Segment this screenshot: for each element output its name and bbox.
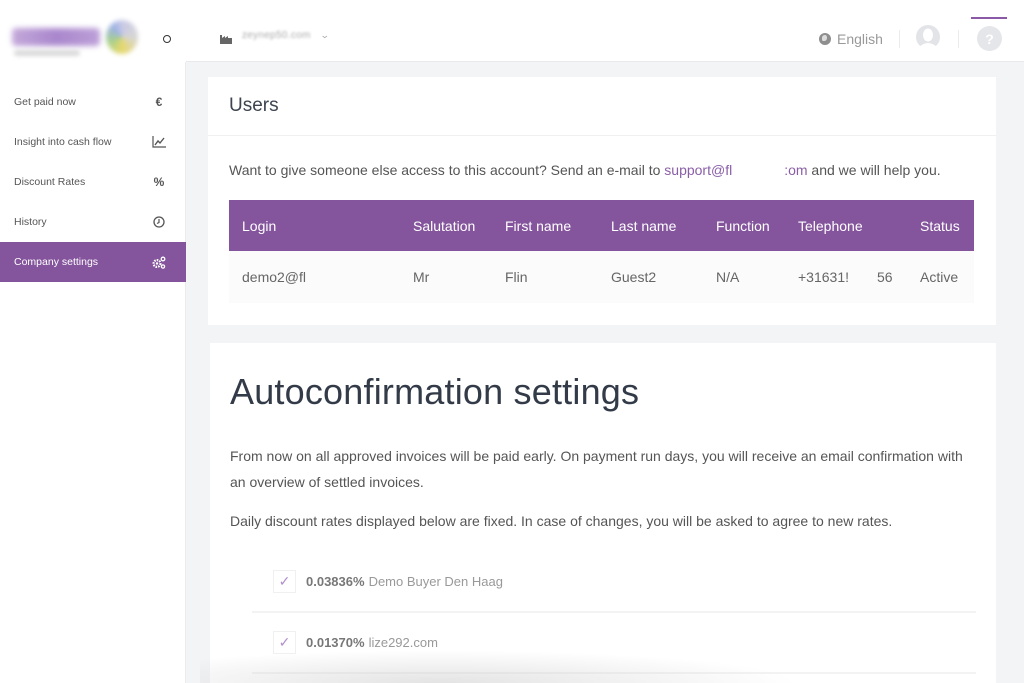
rate-list-item: ✓ 0.01370% lize292.com (252, 613, 976, 674)
intro-text-end: and we will help you. (807, 162, 941, 178)
gears-icon (152, 255, 166, 269)
logo-tagline (14, 50, 80, 56)
cell-first-name: Flin (505, 251, 611, 303)
language-selector[interactable]: English (819, 31, 883, 47)
column-header-last-name[interactable]: Last name (611, 200, 716, 251)
buyer-name: Demo Buyer Den Haag (368, 574, 503, 589)
sidebar-nav: Get paid now € Insight into cash flow Di… (0, 82, 186, 282)
user-avatar-icon[interactable] (915, 24, 941, 52)
rate-value: 0.01370% (306, 635, 365, 650)
clock-icon (152, 215, 166, 229)
chevron-down-icon: ⌄ (319, 30, 330, 40)
autoconfirmation-description: From now on all approved invoices will b… (230, 448, 963, 490)
help-active-indicator (971, 17, 1007, 19)
column-header-first-name[interactable]: First name (505, 200, 611, 251)
company-selector[interactable]: zeynep50.com ⌄ (220, 30, 330, 44)
checkmark-icon: ✓ (278, 573, 291, 589)
users-title: Users (229, 95, 279, 116)
users-intro: Want to give someone else access to this… (229, 162, 941, 178)
cell-function: N/A (716, 251, 798, 303)
sidebar-item-label: Insight into cash flow (14, 136, 112, 148)
sidebar-toggle-icon[interactable] (163, 35, 171, 43)
divider (208, 135, 996, 136)
discount-rates-note: Daily discount rates displayed below are… (230, 513, 893, 529)
column-header-login[interactable]: Login (229, 200, 413, 251)
rate-checkbox[interactable]: ✓ (273, 631, 296, 654)
rate-value: 0.03836% (306, 574, 365, 589)
sidebar-item-label: Get paid now (14, 96, 76, 108)
sidebar-item-label: Company settings (14, 256, 99, 268)
sidebar: Get paid now € Insight into cash flow Di… (0, 0, 186, 683)
sidebar-item-label: Discount Rates (14, 176, 86, 188)
logo-mark-icon (106, 20, 138, 54)
sidebar-item-history[interactable]: History (0, 202, 186, 242)
sidebar-item-discount-rates[interactable]: Discount Rates % (0, 162, 186, 202)
globe-icon (819, 33, 831, 45)
company-name: zeynep50.com (242, 30, 311, 41)
intro-text: Want to give someone else access to this… (229, 162, 665, 178)
divider (899, 30, 900, 48)
rate-checkbox[interactable]: ✓ (273, 570, 296, 593)
column-header-status[interactable]: Status (920, 200, 974, 251)
users-card: Users Want to give someone else access t… (208, 77, 996, 325)
rate-list-item: ✓ 0.03836% Demo Buyer Den Haag (252, 552, 976, 613)
cell-last-name: Guest2 (611, 251, 716, 303)
sidebar-item-insight-cash-flow[interactable]: Insight into cash flow (0, 122, 186, 162)
line-chart-icon (152, 135, 166, 149)
divider (958, 30, 959, 48)
buyer-name: lize292.com (368, 635, 438, 650)
cell-telephone: +31631! 56 (798, 251, 920, 303)
sidebar-item-company-settings[interactable]: Company settings (0, 242, 186, 282)
column-header-salutation[interactable]: Salutation (413, 200, 505, 251)
factory-icon (220, 31, 232, 44)
sidebar-item-get-paid-now[interactable]: Get paid now € (0, 82, 186, 122)
percent-icon: % (153, 175, 165, 189)
cell-login: demo2@fl (229, 251, 413, 303)
autoconfirmation-title: Autoconfirmation settings (230, 371, 640, 412)
logo[interactable] (0, 0, 186, 62)
cell-status: Active (920, 251, 974, 303)
column-header-telephone[interactable]: Telephone (798, 200, 920, 251)
support-email-link[interactable]: support@fl:om (664, 162, 807, 178)
top-bar: zeynep50.com ⌄ English ? (186, 0, 1024, 62)
table-header-row: Login Salutation First name Last name Fu… (229, 200, 974, 251)
autoconfirmation-card: Autoconfirmation settings From now on al… (210, 343, 996, 683)
users-table: Login Salutation First name Last name Fu… (229, 200, 974, 303)
help-icon[interactable]: ? (977, 26, 1002, 51)
logo-wordmark (12, 28, 100, 46)
euro-icon: € (155, 95, 163, 109)
cell-salutation: Mr (413, 251, 505, 303)
checkmark-icon: ✓ (278, 634, 291, 650)
table-row[interactable]: demo2@fl Mr Flin Guest2 N/A +31631! 56 Ac… (229, 251, 974, 303)
language-label: English (837, 31, 883, 47)
sidebar-item-label: History (14, 216, 47, 228)
column-header-function[interactable]: Function (716, 200, 798, 251)
